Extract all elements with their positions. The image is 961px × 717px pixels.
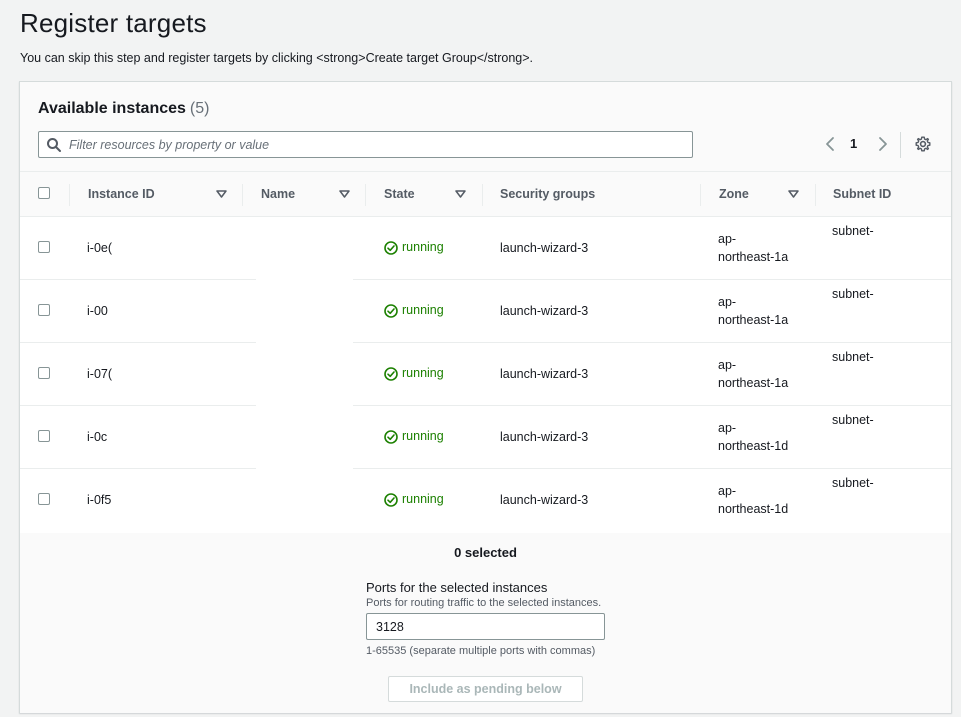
security-group: launch-wizard-3 <box>500 367 589 381</box>
available-instances-panel: Available instances(5) 1 Instance ID <box>19 81 952 713</box>
column-header-name[interactable]: Name <box>261 172 295 217</box>
row-checkbox[interactable] <box>38 493 50 505</box>
ports-label: Ports for the selected instances <box>366 580 548 595</box>
zone-line: ap- <box>718 232 737 246</box>
zone-line: northeast-1a <box>718 376 789 390</box>
instance-id[interactable]: i-0c <box>87 428 107 446</box>
row-checkbox[interactable] <box>38 430 50 442</box>
status-text: running <box>402 492 444 506</box>
page-number[interactable]: 1 <box>850 136 857 151</box>
ports-description: Ports for routing traffic to the selecte… <box>366 597 602 609</box>
zone: ap- northeast-1d <box>718 482 788 518</box>
include-as-pending-button[interactable]: Include as pending below <box>388 676 583 702</box>
table-row[interactable]: i-00 running launch-wizard-3 ap- northea… <box>20 280 951 343</box>
column-separator <box>815 184 816 206</box>
table-row[interactable]: i-0e( running launch-wizard-3 ap- northe… <box>20 217 951 280</box>
chevron-right-icon[interactable] <box>876 135 890 153</box>
panel-title: Available instances (5) <box>38 100 209 118</box>
row-checkbox[interactable] <box>38 241 50 253</box>
instance-id[interactable]: i-00 <box>87 302 108 320</box>
table-row[interactable]: i-0c running launch-wizard-3 ap- northea… <box>20 406 951 469</box>
instance-id[interactable]: i-0e( <box>87 239 112 257</box>
search-icon <box>47 138 61 152</box>
column-header-state[interactable]: State <box>384 172 415 217</box>
check-circle-icon <box>384 241 398 255</box>
page-description: You can skip this step and register targ… <box>20 51 534 65</box>
instance-id[interactable]: i-07( <box>87 365 112 383</box>
security-group: launch-wizard-3 <box>500 430 589 444</box>
selection-footer: 0 selected Ports for the selected instan… <box>20 533 951 713</box>
zone-line: ap- <box>718 484 737 498</box>
panel-header: Available instances(5) 1 <box>20 82 951 172</box>
column-header-zone[interactable]: Zone <box>719 172 749 217</box>
subnet-id: subnet- <box>832 350 874 364</box>
instance-count: (5) <box>189 100 210 117</box>
check-circle-icon <box>384 493 398 507</box>
instance-id[interactable]: i-0f5 <box>87 491 111 509</box>
zone-line: northeast-1d <box>718 439 789 453</box>
subnet-id: subnet- <box>832 413 874 427</box>
chevron-left-icon[interactable] <box>823 135 837 153</box>
filter-input[interactable] <box>69 136 679 154</box>
sort-caret-icon[interactable] <box>216 189 227 199</box>
zone: ap- northeast-1a <box>718 356 788 392</box>
zone-line: ap- <box>718 358 737 372</box>
page-title: Register targets <box>20 8 207 38</box>
check-circle-icon <box>384 430 398 444</box>
status-text: running <box>402 240 444 254</box>
zone: ap- northeast-1a <box>718 230 788 266</box>
zone: ap- northeast-1a <box>718 293 788 329</box>
status-text: running <box>402 429 444 443</box>
gear-icon[interactable] <box>915 136 931 152</box>
status-text: running <box>402 366 444 380</box>
column-separator <box>365 184 366 206</box>
security-group: launch-wizard-3 <box>500 241 589 255</box>
pager-divider <box>900 132 901 158</box>
zone: ap- northeast-1d <box>718 419 788 455</box>
zone-line: northeast-1a <box>718 250 789 264</box>
column-separator <box>242 184 243 206</box>
zone-line: northeast-1d <box>718 502 789 516</box>
table-header: Instance ID Name State Security groups Z… <box>20 172 951 217</box>
column-separator <box>482 184 483 206</box>
panel-title-text: Available instances <box>38 100 186 117</box>
sort-caret-icon[interactable] <box>339 189 350 199</box>
ports-input[interactable] <box>366 613 605 640</box>
table-row[interactable]: i-07( running launch-wizard-3 ap- northe… <box>20 343 951 406</box>
selected-count: 0 selected <box>454 545 517 560</box>
zone-line: northeast-1a <box>718 313 789 327</box>
redacted-name-column <box>256 217 353 469</box>
sort-caret-icon[interactable] <box>788 189 799 199</box>
column-header-subnet-id[interactable]: Subnet ID <box>833 172 891 217</box>
instances-table: Instance ID Name State Security groups Z… <box>20 172 951 532</box>
select-all-checkbox[interactable] <box>38 187 50 199</box>
check-circle-icon <box>384 304 398 318</box>
column-separator <box>700 184 701 206</box>
column-separator <box>69 184 70 206</box>
filter-box[interactable] <box>38 131 693 158</box>
ports-hint: 1-65535 (separate multiple ports with co… <box>366 645 596 657</box>
subnet-id: subnet- <box>832 476 874 490</box>
zone-line: ap- <box>718 421 737 435</box>
subnet-id: subnet- <box>832 224 874 238</box>
security-group: launch-wizard-3 <box>500 493 589 507</box>
column-header-security-groups[interactable]: Security groups <box>500 172 595 217</box>
check-circle-icon <box>384 367 398 381</box>
zone-line: ap- <box>718 295 737 309</box>
table-row[interactable]: i-0f5 running launch-wizard-3 ap- northe… <box>20 469 951 532</box>
sort-caret-icon[interactable] <box>455 189 466 199</box>
security-group: launch-wizard-3 <box>500 304 589 318</box>
status-text: running <box>402 303 444 317</box>
row-checkbox[interactable] <box>38 304 50 316</box>
row-checkbox[interactable] <box>38 367 50 379</box>
column-header-instance-id[interactable]: Instance ID <box>88 172 155 217</box>
subnet-id: subnet- <box>832 287 874 301</box>
